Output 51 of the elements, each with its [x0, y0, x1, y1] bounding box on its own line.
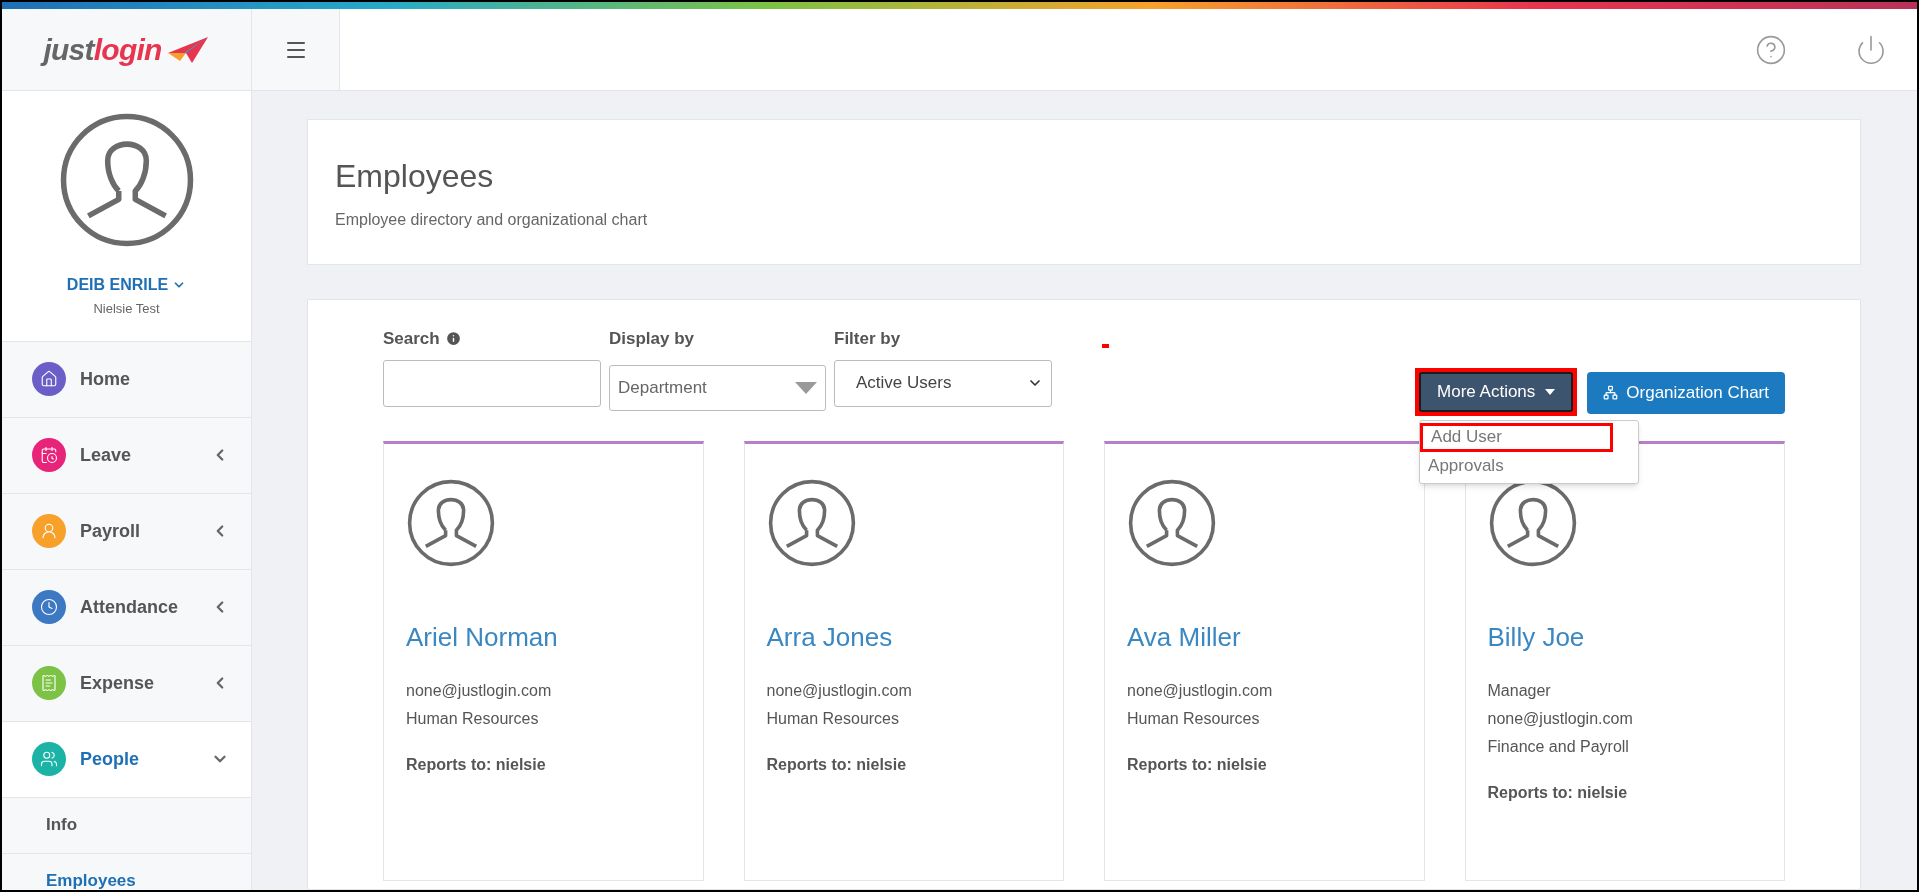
filter-select[interactable]: Active Users	[834, 359, 1052, 407]
employee-detail: Manager	[1487, 680, 1552, 701]
company-name: Nielsie Test	[93, 300, 160, 318]
filter-label: Filter by	[834, 328, 902, 350]
avatar-icon	[766, 477, 857, 568]
sidebar-item[interactable]: Home	[2, 341, 251, 418]
reports-to: Reports to: nielsie	[406, 754, 547, 775]
search-field[interactable]	[383, 359, 601, 407]
search-label: Search	[383, 328, 440, 350]
help-icon[interactable]	[1755, 33, 1787, 66]
employee-detail: none@justlogin.com	[406, 680, 553, 701]
submenu-item[interactable]: Info	[2, 797, 251, 854]
employee-detail: none@justlogin.com	[1487, 708, 1634, 729]
reports-to: Reports to: nielsie	[766, 754, 908, 775]
employee-detail: Human Resources	[406, 708, 540, 729]
submenu-item[interactable]: Employees	[2, 853, 251, 890]
page-title: Employees	[335, 157, 495, 196]
power-icon[interactable]	[1855, 33, 1887, 66]
employee-detail: none@justlogin.com	[1127, 680, 1274, 701]
employee-name[interactable]: Ava Miller	[1127, 617, 1402, 657]
org-chart-icon	[1603, 385, 1619, 400]
employee-detail: Human Resources	[766, 708, 900, 729]
employee-card[interactable]: Arra Jones none@justlogin.com Human Resources Reports to: nielsie	[743, 440, 1064, 881]
caret-icon	[795, 381, 817, 394]
sidebar-item[interactable]: Leave	[2, 417, 251, 494]
avatar-icon	[406, 477, 496, 568]
employee-card[interactable]: Ava Miller none@justlogin.com Human Resources Reports to: nielsie	[1104, 440, 1425, 881]
more-actions-button[interactable]: More Actions	[1419, 371, 1574, 412]
reports-to: Reports to: nielsie	[1487, 782, 1629, 803]
info-icon[interactable]	[444, 330, 462, 348]
sidebar-item[interactable]: Payroll	[2, 493, 251, 570]
annotation-dash	[1102, 344, 1109, 348]
employee-name[interactable]: Billy Joe	[1487, 617, 1762, 657]
user-name[interactable]: DEIB ENRILE	[66, 273, 169, 297]
reports-to: Reports to: nielsie	[1127, 754, 1268, 775]
employee-detail: Finance and Payroll	[1487, 736, 1630, 757]
display-label: Display by	[609, 328, 696, 350]
org-chart-button[interactable]: Organization Chart	[1587, 371, 1785, 414]
display-select[interactable]: Department	[609, 364, 826, 411]
page-subtitle: Employee directory and organizational chart	[335, 210, 649, 230]
employee-name[interactable]: Arra Jones	[766, 617, 1041, 657]
employee-detail: Human Resources	[1127, 708, 1261, 729]
employee-name[interactable]: Ariel Norman	[406, 617, 681, 657]
dropdown-item[interactable]: Add User	[1420, 422, 1614, 452]
logo[interactable]: justlogin	[2, 9, 252, 90]
sidebar-item[interactable]: Expense	[2, 645, 251, 722]
caret-icon	[1545, 388, 1556, 395]
sidebar-item[interactable]: Attendance	[2, 569, 251, 646]
avatar-icon	[1127, 477, 1217, 568]
employee-card[interactable]: Ariel Norman none@justlogin.com Human Resources Reports to: nielsie	[383, 440, 704, 881]
employee-detail: none@justlogin.com	[766, 680, 913, 701]
